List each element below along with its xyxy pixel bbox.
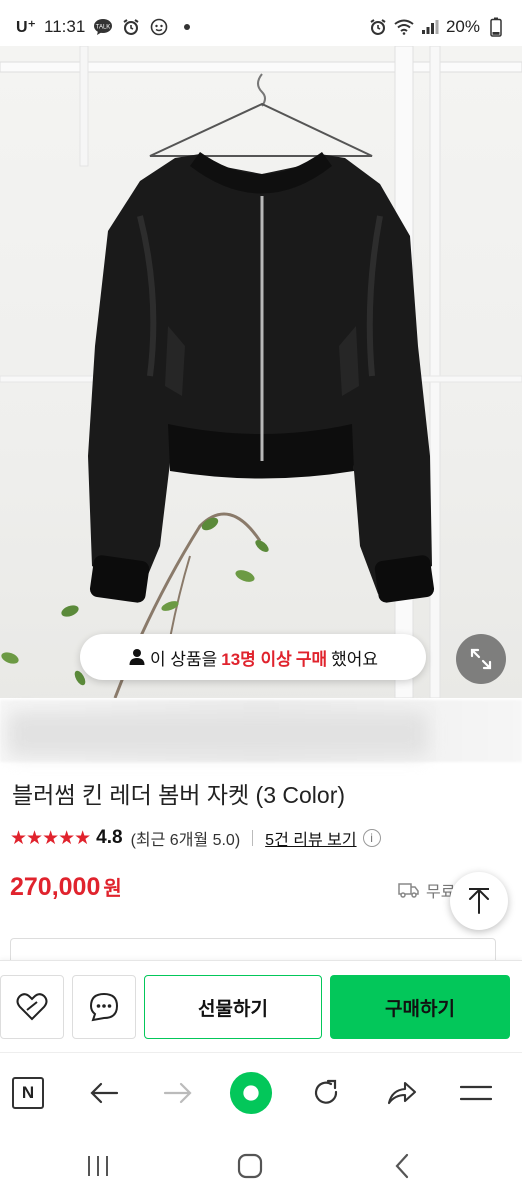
wishlist-button[interactable] [0,975,64,1039]
gift-button[interactable]: 선물하기 [144,975,322,1039]
review-link[interactable]: 5건 리뷰 보기 [265,826,356,850]
rating-stars: ★★★★★ [10,827,91,849]
recent-rating: (최근 6개월 5.0) [130,832,241,849]
chat-bubble-icon [89,992,119,1022]
forward-button[interactable] [156,1071,200,1115]
expand-image-button[interactable] [456,634,506,684]
heart-link-icon [16,993,48,1021]
alarm-icon [121,17,141,37]
clock: 11:31 [44,17,86,36]
arrow-up-icon [469,888,489,914]
wifi-icon [394,17,414,37]
green-dot-icon [229,1071,273,1115]
green-dot-button[interactable] [229,1071,273,1115]
store-info-blurred [8,712,428,756]
share-arrow-icon [387,1081,417,1105]
product-image[interactable] [0,46,522,698]
badge-count: 13명 이상 [221,649,292,669]
recent-apps-icon [88,1156,108,1176]
system-navigation-bar [0,1130,522,1200]
home-button[interactable] [228,1146,272,1186]
talk-notification-icon: TALK [93,17,113,37]
menu-button[interactable] [454,1071,498,1115]
more-notifications-dot-icon [177,17,197,37]
purchase-count-badge: 이 상품을 13명 이상 구매 했어요 [80,634,426,680]
leather-bomber-jacket-photo [0,46,522,698]
product-title: 블러썸 킨 레더 봄버 자켓 (3 Color) [12,782,346,808]
expand-icon [470,648,492,670]
price-amount: 270,000 [10,873,101,901]
badge-suffix: 했어요 [331,649,379,669]
app-notification-icon [149,17,169,37]
buy-button[interactable]: 구매하기 [330,975,510,1039]
purchase-action-bar: 선물하기 구매하기 [0,960,522,1052]
signal-icon [420,17,440,37]
naver-home-button[interactable]: N [6,1071,50,1115]
carrier-label: U⁺ [16,19,36,36]
divider [252,830,254,846]
alarm-status-icon [368,17,388,37]
rating-row: ★★★★★ 4.8 (최근 6개월 5.0) 5건 리뷰 보기 i [10,826,381,850]
system-back-button[interactable] [380,1146,424,1186]
browser-toolbar: N [0,1052,522,1130]
back-button[interactable] [82,1071,126,1115]
battery-icon [486,17,506,37]
recent-apps-button[interactable] [76,1146,120,1186]
scroll-to-top-button[interactable] [450,872,508,930]
info-icon[interactable]: i [362,829,381,847]
naver-n-icon: N [12,1077,44,1109]
battery-percent: 20% [445,17,480,36]
badge-prefix: 이 상품을 [149,649,218,669]
truck-icon [398,883,419,898]
talk-inquiry-button[interactable] [72,975,136,1039]
reload-icon [314,1079,338,1104]
price: 270,000 원 [10,872,122,902]
person-icon [129,649,145,665]
svg-text:TALK: TALK [96,25,111,31]
share-button[interactable] [380,1071,424,1115]
chevron-left-icon [395,1153,409,1179]
hamburger-menu-icon [460,1085,492,1101]
home-square-icon [237,1153,263,1179]
badge-action: 구매 [295,649,328,669]
arrow-left-icon [90,1082,119,1104]
rating-value: 4.8 [96,827,123,848]
arrow-right-icon [163,1082,192,1104]
reload-button[interactable] [304,1071,348,1115]
price-currency: 원 [103,878,122,900]
